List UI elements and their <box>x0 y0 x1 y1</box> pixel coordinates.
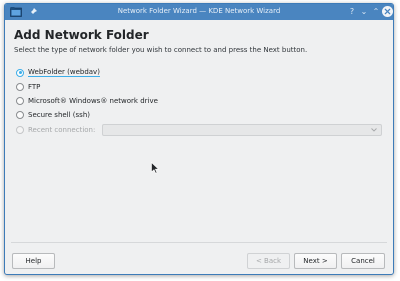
radio-ftp[interactable] <box>16 82 24 91</box>
radio-webdav[interactable] <box>16 68 24 77</box>
option-recent: Recent connection: <box>16 124 95 135</box>
radio-ssh[interactable] <box>16 110 24 119</box>
option-ftp[interactable]: FTP <box>16 81 40 92</box>
option-windows-drive-label: Microsoft® Windows® network drive <box>28 96 158 105</box>
wizard-window: Network Folder Wizard — KDE Network Wiza… <box>4 3 394 275</box>
mouse-cursor-icon <box>151 162 159 174</box>
radio-windows-drive[interactable] <box>16 96 24 105</box>
radio-recent <box>16 125 24 134</box>
page-title: Add Network Folder <box>14 28 149 42</box>
close-button[interactable] <box>382 6 393 17</box>
help-icon[interactable]: ? <box>347 7 357 17</box>
close-icon <box>384 8 391 15</box>
title-bar[interactable]: Network Folder Wizard — KDE Network Wiza… <box>5 4 393 20</box>
option-windows-drive[interactable]: Microsoft® Windows® network drive <box>16 95 158 106</box>
minimize-icon[interactable]: ⌄ <box>359 7 369 17</box>
page-instruction: Select the type of network folder you wi… <box>14 46 308 54</box>
option-ftp-label: FTP <box>28 82 41 91</box>
option-recent-label: Recent connection: <box>28 125 96 134</box>
next-button[interactable]: Next > <box>294 253 337 269</box>
option-webdav[interactable]: WebFolder (webdav) <box>16 67 100 78</box>
help-button[interactable]: Help <box>12 253 55 269</box>
recent-connection-combo <box>102 124 382 136</box>
chevron-down-icon <box>371 128 377 132</box>
option-webdav-label: WebFolder (webdav) <box>28 68 100 77</box>
option-ssh[interactable]: Secure shell (ssh) <box>16 109 90 120</box>
option-ssh-label: Secure shell (ssh) <box>28 110 90 119</box>
cancel-button[interactable]: Cancel <box>341 253 385 269</box>
back-button: < Back <box>247 253 290 269</box>
button-separator <box>11 242 387 243</box>
window-title: Network Folder Wizard — KDE Network Wiza… <box>117 7 281 15</box>
wizard-page: Add Network Folder Select the type of ne… <box>5 20 393 274</box>
maximize-icon[interactable]: ⌃ <box>371 7 381 17</box>
